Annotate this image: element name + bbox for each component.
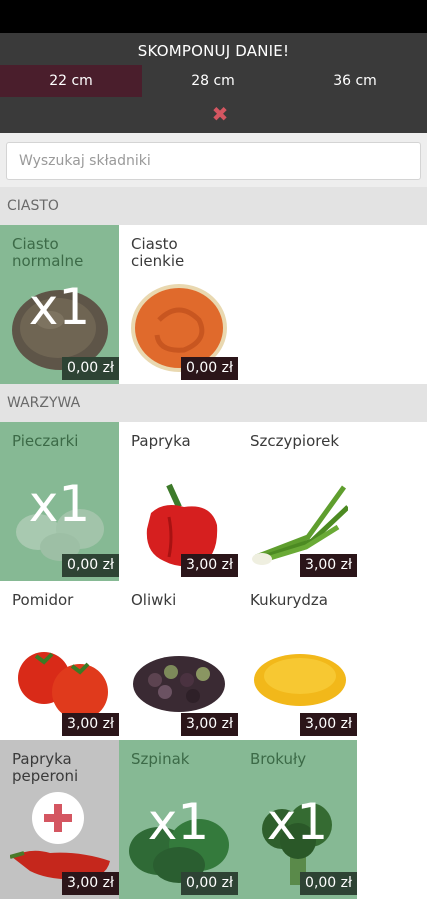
ingredient-tile-brokuly[interactable]: Brokuły x1 0,00 zł [238,740,357,899]
ingredient-tile-kukurydza[interactable]: Kukurydza 3,00 zł [238,581,357,740]
ingredient-name: Pieczarki [12,432,79,450]
status-bar [0,0,427,33]
plus-icon[interactable] [32,792,84,844]
ingredient-name: Szczypiorek [250,432,340,450]
price-tag: 0,00 zł [62,554,119,577]
close-x-icon[interactable]: ✖ [200,101,240,127]
quantity-badge: x1 [147,793,210,851]
ingredient-tile-szpinak[interactable]: Szpinak x1 0,00 zł [119,740,238,899]
ingredient-name: Brokuły [250,750,307,768]
price-tag: 3,00 zł [181,713,238,736]
size-tab-28[interactable]: 28 cm [142,65,284,97]
price-tag: 0,00 zł [62,357,119,380]
ingredient-tile-papryka-peperoni[interactable]: Papryka peperoni 3,00 zł [0,740,119,899]
page-title: SKOMPONUJ DANIE! [137,42,290,60]
price-tag: 3,00 zł [62,872,119,895]
ingredient-tile-pomidor[interactable]: Pomidor 3,00 zł [0,581,119,740]
ingredient-name: Papryka peperoni [12,750,79,785]
ingredient-tile-ciasto-cienkie[interactable]: Ciasto cienkie 0,00 zł [119,225,238,384]
ingredient-tile-pieczarki[interactable]: Pieczarki x1 0,00 zł [0,422,119,581]
price-tag: 3,00 zł [181,554,238,577]
price-tag: 3,00 zł [300,554,357,577]
price-tag: 3,00 zł [62,713,119,736]
price-tag: 3,00 zł [300,713,357,736]
search-bar [0,133,427,187]
search-input[interactable] [6,142,421,180]
quantity-badge: x1 [266,793,329,851]
price-tag: 0,00 zł [181,872,238,895]
ingredient-name: Kukurydza [250,591,328,609]
ingredient-name: Szpinak [131,750,190,768]
section-header-warzywa: WARZYWA [0,384,427,422]
quantity-badge: x1 [28,278,91,336]
ingredient-tile-ciasto-normalne[interactable]: Ciasto normalne x1 0,00 zł [0,225,119,384]
ingredient-name: Ciasto normalne [12,235,84,270]
ingredient-name: Papryka [131,432,191,450]
size-tab-22[interactable]: 22 cm [0,65,142,97]
price-tag: 0,00 zł [300,872,357,895]
ingredient-name: Pomidor [12,591,74,609]
quantity-badge: x1 [28,475,91,533]
ingredient-tile-szczypiorek[interactable]: Szczypiorek 3,00 zł [238,422,357,581]
section-header-ciasto: CIASTO [0,187,427,225]
size-tab-36[interactable]: 36 cm [284,65,426,97]
ingredient-name: Oliwki [131,591,177,609]
ingredient-name: Ciasto cienkie [131,235,185,270]
price-tag: 0,00 zł [181,357,238,380]
size-selector: 22 cm 28 cm 36 cm [0,65,427,97]
composer-header: SKOMPONUJ DANIE! 22 cm 28 cm 36 cm ✖ [0,33,427,133]
ingredient-tile-papryka[interactable]: Papryka 3,00 zł [119,422,238,581]
ingredient-tile-oliwki[interactable]: Oliwki 3,00 zł [119,581,238,740]
